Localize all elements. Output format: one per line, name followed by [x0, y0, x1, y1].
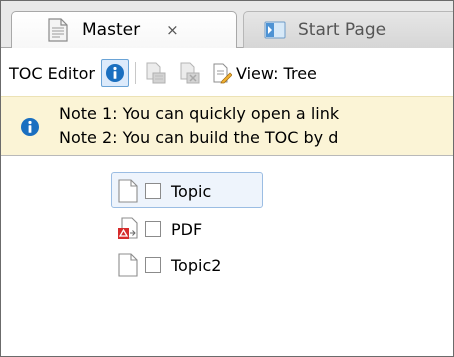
document-icon [48, 18, 68, 42]
tree-item-label: Topic2 [171, 255, 222, 275]
toc-editor-window: Master × Start Page TOC Editor View: Tre… [0, 0, 454, 357]
tree-view-icon [213, 63, 232, 84]
notes-banner: Note 1: You can quickly open a link Note… [1, 96, 453, 156]
note-2: Note 2: You can build the TOC by d [59, 128, 339, 147]
toolbar: TOC Editor View: Tree [1, 53, 453, 93]
tab-label: Start Page [298, 20, 387, 40]
toolbar-title: TOC Editor [9, 63, 95, 83]
toolbar-separator [134, 62, 136, 84]
info-icon [21, 118, 39, 136]
start-page-icon [264, 21, 286, 39]
pdf-document-icon [118, 217, 138, 239]
note-1: Note 1: You can quickly open a link [59, 104, 340, 123]
info-button[interactable] [100, 59, 129, 87]
add-document-icon[interactable] [144, 61, 168, 85]
item-checkbox[interactable] [145, 257, 161, 273]
item-checkbox[interactable] [145, 221, 161, 237]
view-mode-dropdown[interactable]: View: Tree [212, 62, 317, 84]
tree-item-label: PDF [171, 219, 203, 239]
remove-document-icon[interactable] [178, 61, 202, 85]
item-checkbox[interactable] [145, 183, 161, 199]
tree-item-topic[interactable]: Topic [117, 177, 211, 205]
tree-item-label: Topic [171, 181, 212, 201]
tab-label: Master [82, 20, 141, 40]
tree-item-pdf[interactable]: PDF [117, 215, 202, 243]
tab-master[interactable]: Master × [11, 11, 237, 48]
tree-item-topic2[interactable]: Topic2 [117, 251, 221, 279]
topic-document-icon [118, 253, 138, 277]
tab-strip: Master × Start Page [1, 1, 453, 48]
tab-close-button[interactable]: × [166, 21, 179, 39]
tab-start-page[interactable]: Start Page [243, 11, 453, 48]
topic-document-icon [118, 179, 138, 203]
view-mode-label: View: Tree [235, 63, 317, 83]
info-icon [105, 64, 124, 82]
